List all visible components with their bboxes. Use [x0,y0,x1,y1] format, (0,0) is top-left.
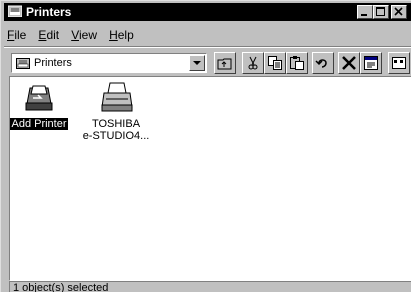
maximize-icon [376,7,385,16]
add-printer-item[interactable]: Add Printer [4,83,74,130]
menu-view[interactable]: View [71,28,97,42]
printer-label-line-2: e-STUDIO4... [82,130,150,142]
delete-x-icon [342,56,356,70]
copy-icon [268,56,282,70]
cut-button[interactable] [242,52,264,74]
printer-item-toshiba[interactable]: TOSHIBA e-STUDIO4... [81,81,151,142]
menu-edit[interactable]: Edit [38,28,59,42]
printers-folder-icon [16,58,30,69]
close-button[interactable] [391,5,407,19]
paste-icon [290,56,304,70]
add-printer-icon [25,85,53,111]
printers-folder-view[interactable]: Add Printer TOSHIBA e-STUDIO4... [9,76,411,281]
properties-icon [364,56,378,70]
delete-button[interactable] [338,52,360,74]
views-button[interactable] [388,52,410,74]
menu-file[interactable]: File [7,28,26,42]
minimize-icon [361,14,367,16]
up-one-level-button[interactable] [214,52,236,74]
printer-label-line-1: TOSHIBA [91,118,141,130]
printer-icon [101,82,133,112]
title-bar[interactable]: Printers [4,3,411,21]
large-icons-view-icon [392,57,406,69]
close-icon [394,7,403,16]
address-combo[interactable]: Printers [11,53,207,73]
copy-button[interactable] [264,52,286,74]
status-text: 1 object(s) selected [13,282,109,292]
window-title: Printers [26,5,72,19]
up-folder-icon [217,58,232,70]
menu-bar: File Edit View Help [7,28,143,44]
printers-folder-icon [8,5,22,17]
menu-help[interactable]: Help [109,28,134,42]
address-value: Printers [34,57,72,69]
add-printer-label: Add Printer [10,118,68,130]
printers-window: Printers File Edit View Help Printers Ad… [0,0,411,292]
dropdown-arrow-button[interactable] [189,55,205,71]
maximize-button[interactable] [373,5,389,19]
minimize-button[interactable] [357,5,373,19]
scissors-icon [248,56,258,70]
undo-icon [315,59,327,68]
menu-separator [4,46,411,48]
status-bar: 1 object(s) selected [9,281,411,292]
properties-button[interactable] [360,52,382,74]
paste-button[interactable] [286,52,308,74]
undo-button[interactable] [312,52,334,74]
